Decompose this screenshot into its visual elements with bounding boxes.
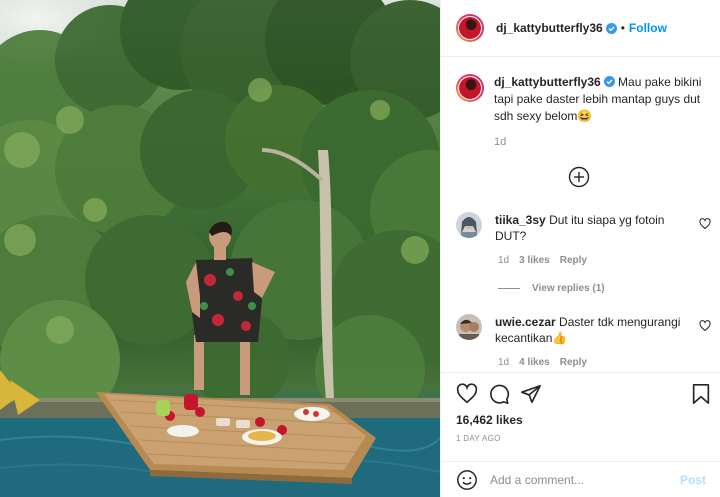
- add-circle-icon[interactable]: [568, 166, 590, 188]
- add-comment-bar: Post: [441, 461, 720, 497]
- post-header: dj_kattybutterfly36 • Follow: [441, 0, 720, 57]
- header-username[interactable]: dj_kattybutterfly36: [496, 21, 603, 35]
- comment-meta: 1d 4 likes Reply: [498, 357, 587, 368]
- reply-button[interactable]: Reply: [560, 357, 587, 368]
- caption-username[interactable]: dj_kattybutterfly36: [494, 75, 601, 89]
- caption: dj_kattybutterfly36 Mau pake bikini tapi…: [456, 74, 711, 151]
- comment-age: 1d: [498, 357, 510, 368]
- comment-icon[interactable]: [488, 383, 510, 405]
- verified-icon: [605, 22, 617, 34]
- post-date: 1 DAY AGO: [456, 434, 501, 443]
- comment-item: uwie.cezar Daster tdk mengurangi kecanti…: [456, 314, 711, 346]
- caption-age: 1d: [494, 136, 507, 148]
- view-replies-label[interactable]: View replies (1): [532, 283, 605, 294]
- jungle-scene: [0, 0, 440, 497]
- comment-body: tiika_3sy Dut itu siapa yg fotoin DUT?: [495, 212, 685, 244]
- reply-button[interactable]: Reply: [560, 255, 587, 266]
- comment-username[interactable]: uwie.cezar: [495, 315, 556, 329]
- comment-likes[interactable]: 3 likes: [519, 255, 550, 266]
- comment-username[interactable]: tiika_3sy: [495, 213, 546, 227]
- verified-icon: [603, 76, 615, 87]
- comment-item: tiika_3sy Dut itu siapa yg fotoin DUT?: [456, 212, 711, 244]
- comment-meta: 1d 3 likes Reply: [498, 255, 587, 266]
- follow-button[interactable]: Follow: [629, 21, 667, 35]
- heart-icon[interactable]: [699, 320, 711, 332]
- comment-body: uwie.cezar Daster tdk mengurangi kecanti…: [495, 314, 685, 346]
- share-icon[interactable]: [520, 383, 542, 405]
- action-bar: 16,462 likes 1 DAY AGO Post: [441, 372, 720, 497]
- view-replies-line: [498, 288, 520, 289]
- comment-likes[interactable]: 4 likes: [519, 357, 550, 368]
- post-sidebar: dj_kattybutterfly36 • Follow dj_kattybut…: [440, 0, 720, 497]
- comment-avatar[interactable]: [456, 314, 482, 340]
- emoji-icon[interactable]: [456, 469, 478, 491]
- comment-age: 1d: [498, 255, 510, 266]
- caption-avatar[interactable]: [456, 74, 484, 102]
- comment-avatar[interactable]: [456, 212, 482, 238]
- likes-count[interactable]: 16,462 likes: [456, 413, 523, 427]
- post-photo[interactable]: [0, 0, 440, 497]
- view-replies-button[interactable]: View replies (1): [498, 283, 605, 294]
- heart-icon[interactable]: [699, 218, 711, 230]
- heart-icon[interactable]: [456, 383, 478, 405]
- action-icons: [456, 383, 711, 407]
- caption-body: dj_kattybutterfly36 Mau pake bikini tapi…: [494, 74, 709, 151]
- bookmark-icon[interactable]: [691, 383, 711, 405]
- post-modal: dj_kattybutterfly36 • Follow dj_kattybut…: [0, 0, 720, 497]
- follow-separator: •: [620, 21, 625, 35]
- post-comment-button[interactable]: Post: [680, 473, 706, 487]
- avatar[interactable]: [456, 14, 484, 42]
- comment-input[interactable]: [490, 473, 680, 487]
